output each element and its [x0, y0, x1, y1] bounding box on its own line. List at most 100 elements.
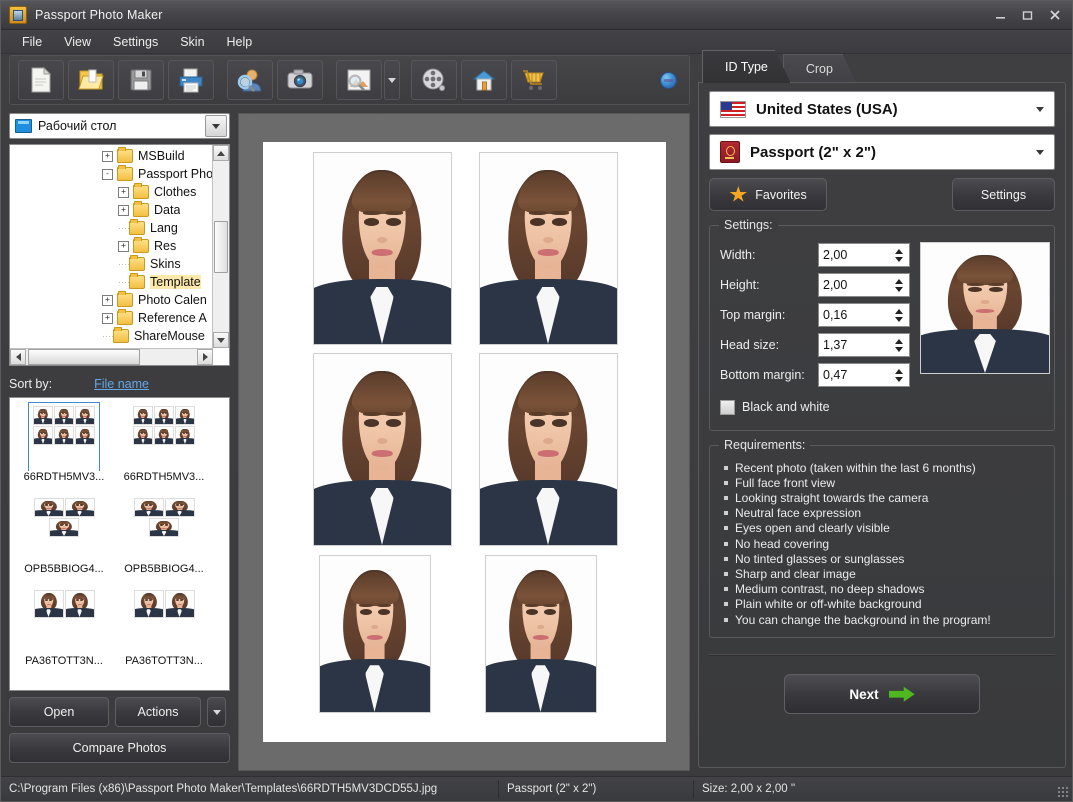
chevron-down-icon[interactable] — [1036, 106, 1044, 112]
expand-icon[interactable]: + — [118, 204, 129, 216]
tree-node[interactable]: + MSBuild — [10, 147, 212, 165]
folder-tree[interactable]: + MSBuild - Passport Pho + Clothes + Data ···· La… — [9, 144, 230, 366]
folder-combo-box[interactable]: Рабочий стол — [9, 113, 230, 139]
tree-node[interactable]: ···· ShareMouse — [10, 327, 212, 345]
spinner-buttons[interactable] — [891, 364, 909, 386]
spinner-up-icon[interactable] — [894, 248, 903, 254]
image-search-dropdown[interactable] — [384, 60, 400, 100]
document-type-combo-box[interactable]: Passport (2" x 2") — [709, 134, 1055, 170]
shopping-cart-button[interactable] — [511, 60, 557, 100]
new-document-button[interactable] — [18, 60, 64, 100]
actions-dropdown-button[interactable] — [207, 697, 226, 727]
scroll-thumb[interactable] — [214, 221, 228, 273]
photo-cell[interactable] — [312, 152, 452, 345]
spinner-buttons[interactable] — [891, 244, 909, 266]
image-search-button[interactable] — [336, 60, 382, 100]
black-and-white-row[interactable]: Black and white — [720, 394, 1044, 420]
tree-node[interactable]: + Clothes — [10, 183, 212, 201]
photo-preview-area[interactable] — [238, 113, 690, 771]
spinner-down-icon[interactable] — [894, 256, 903, 262]
menu-item-skin[interactable]: Skin — [169, 32, 215, 52]
photo-cell[interactable] — [478, 152, 618, 345]
country-combo-box[interactable]: United States (USA) — [709, 91, 1055, 127]
photo-cell[interactable] — [312, 353, 452, 546]
spinner-down-icon[interactable] — [894, 376, 903, 382]
spinner-down-icon[interactable] — [894, 286, 903, 292]
menu-item-help[interactable]: Help — [216, 32, 264, 52]
spinner-down-icon[interactable] — [894, 316, 903, 322]
settings-field-input[interactable] — [819, 364, 891, 386]
thumbnail-item[interactable]: OPB5BBIOG4... — [114, 496, 214, 588]
find-person-button[interactable] — [227, 60, 273, 100]
compare-photos-button[interactable]: Compare Photos — [9, 733, 230, 763]
resize-grip[interactable] — [1057, 786, 1069, 798]
tab-id-type[interactable]: ID Type — [702, 50, 791, 83]
tree-vertical-scrollbar[interactable] — [212, 145, 229, 348]
settings-field-spinner[interactable] — [818, 333, 910, 357]
settings-field-input[interactable] — [819, 244, 891, 266]
tree-horizontal-scrollbar[interactable] — [10, 348, 213, 365]
menu-item-view[interactable]: View — [53, 32, 102, 52]
menu-item-file[interactable]: File — [11, 32, 53, 52]
scroll-right-button[interactable] — [197, 349, 213, 365]
expand-icon[interactable]: + — [102, 312, 113, 324]
thumbnail-list[interactable]: 66RDTH5MV3... 66RDTH5MV3... OPB5BBIOG4... O… — [9, 397, 230, 691]
scroll-up-button[interactable] — [213, 145, 229, 161]
camera-button[interactable] — [277, 60, 323, 100]
close-button[interactable] — [1041, 5, 1068, 25]
settings-field-input[interactable] — [819, 334, 891, 356]
chevron-down-icon[interactable] — [1036, 149, 1044, 155]
spinner-down-icon[interactable] — [894, 346, 903, 352]
black-and-white-checkbox[interactable] — [720, 399, 735, 415]
tree-node[interactable]: - Passport Pho — [10, 165, 212, 183]
maximize-button[interactable] — [1014, 5, 1041, 25]
settings-field-spinner[interactable] — [818, 363, 910, 387]
spinner-buttons[interactable] — [891, 304, 909, 326]
open-button[interactable]: Open — [9, 697, 109, 727]
photo-cell[interactable] — [478, 353, 618, 546]
photo-cell[interactable] — [318, 555, 431, 713]
photo-cell[interactable] — [484, 555, 597, 713]
folder-combo-dropdown[interactable] — [205, 115, 227, 137]
spinner-up-icon[interactable] — [894, 308, 903, 314]
tree-node[interactable]: + Res — [10, 237, 212, 255]
scroll-down-button[interactable] — [213, 332, 229, 348]
tree-node[interactable]: ···· Lang — [10, 219, 212, 237]
tab-crop[interactable]: Crop — [782, 54, 856, 83]
hscroll-thumb[interactable] — [28, 349, 140, 365]
sort-by-value-link[interactable]: File name — [94, 377, 149, 391]
print-button[interactable] — [168, 60, 214, 100]
favorites-button[interactable]: Favorites — [709, 178, 827, 211]
tree-node[interactable]: ···· Skins — [10, 255, 212, 273]
spinner-up-icon[interactable] — [894, 278, 903, 284]
minimize-button[interactable] — [987, 5, 1014, 25]
spinner-buttons[interactable] — [891, 334, 909, 356]
toolbar-extra-button[interactable] — [660, 71, 677, 89]
settings-field-spinner[interactable] — [818, 273, 910, 297]
menu-item-settings[interactable]: Settings — [102, 32, 169, 52]
tree-node[interactable]: + Photo Calen — [10, 291, 212, 309]
thumbnail-item[interactable]: 66RDTH5MV3... — [114, 404, 214, 496]
thumbnail-item[interactable]: OPB5BBIOG4... — [14, 496, 114, 588]
expand-icon[interactable]: + — [118, 186, 129, 198]
open-folder-button[interactable] — [68, 60, 114, 100]
collapse-icon[interactable]: - — [102, 168, 113, 180]
spinner-buttons[interactable] — [891, 274, 909, 296]
settings-button[interactable]: Settings — [952, 178, 1055, 211]
actions-button[interactable]: Actions — [115, 697, 201, 727]
spinner-up-icon[interactable] — [894, 368, 903, 374]
film-reel-button[interactable] — [411, 60, 457, 100]
next-button[interactable]: Next — [784, 674, 980, 715]
spinner-up-icon[interactable] — [894, 338, 903, 344]
thumbnail-item[interactable]: PA36TOTT3N... — [14, 588, 114, 680]
expand-icon[interactable]: + — [118, 240, 129, 252]
expand-icon[interactable]: + — [102, 294, 113, 306]
settings-field-spinner[interactable] — [818, 303, 910, 327]
tree-node[interactable]: + Data — [10, 201, 212, 219]
thumbnail-item[interactable]: 66RDTH5MV3... — [14, 402, 114, 496]
save-button[interactable] — [118, 60, 164, 100]
expand-icon[interactable]: + — [102, 150, 113, 162]
settings-field-input[interactable] — [819, 304, 891, 326]
tree-node[interactable]: ···· Template — [10, 273, 212, 291]
scroll-left-button[interactable] — [10, 349, 26, 365]
